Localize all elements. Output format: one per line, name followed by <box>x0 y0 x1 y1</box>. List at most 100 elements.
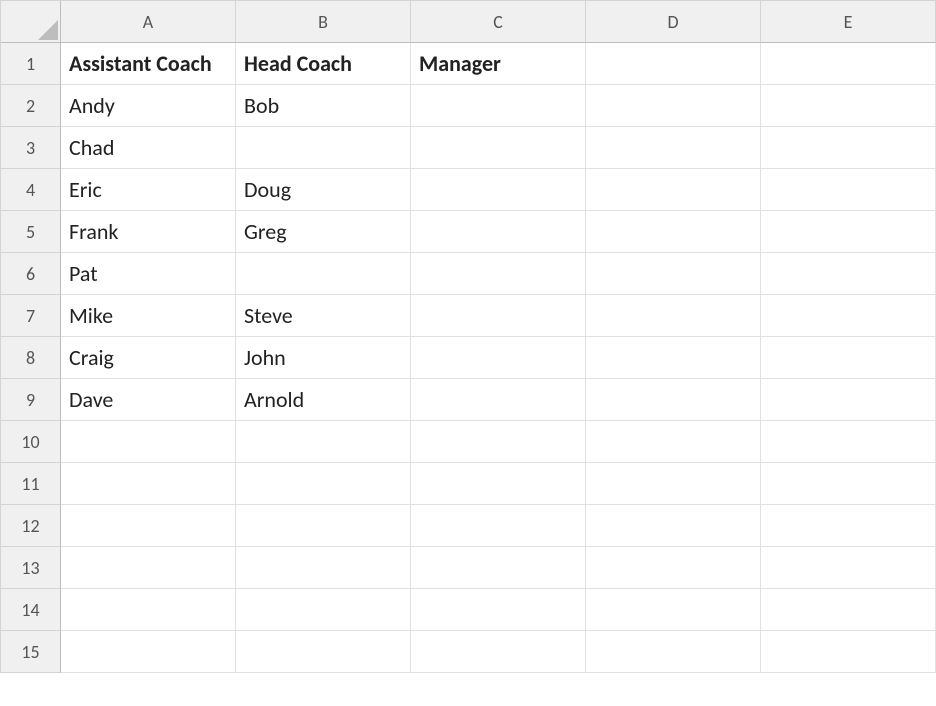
row-header-1[interactable]: 1 <box>1 43 61 85</box>
cell-C13[interactable] <box>411 547 586 589</box>
cell-A4[interactable]: Eric <box>61 169 236 211</box>
cell-C7[interactable] <box>411 295 586 337</box>
row-header-label: 10 <box>21 431 39 453</box>
cell-E6[interactable] <box>761 253 936 295</box>
cell-A2[interactable]: Andy <box>61 85 236 127</box>
cell-C10[interactable] <box>411 421 586 463</box>
cell-A12[interactable] <box>61 505 236 547</box>
cell-C5[interactable] <box>411 211 586 253</box>
row-header-13[interactable]: 13 <box>1 547 61 589</box>
cell-D8[interactable] <box>586 337 761 379</box>
cell-D9[interactable] <box>586 379 761 421</box>
cell-C14[interactable] <box>411 589 586 631</box>
cell-B14[interactable] <box>236 589 411 631</box>
cell-A15[interactable] <box>61 631 236 673</box>
cell-A6[interactable]: Pat <box>61 253 236 295</box>
row-header-3[interactable]: 3 <box>1 127 61 169</box>
cell-C3[interactable] <box>411 127 586 169</box>
cell-C12[interactable] <box>411 505 586 547</box>
cell-E12[interactable] <box>761 505 936 547</box>
row-header-2[interactable]: 2 <box>1 85 61 127</box>
cell-D2[interactable] <box>586 85 761 127</box>
cell-A1[interactable]: Assistant Coach <box>61 43 236 85</box>
cell-A13[interactable] <box>61 547 236 589</box>
cell-value: Greg <box>244 218 287 245</box>
cell-B2[interactable]: Bob <box>236 85 411 127</box>
cell-D3[interactable] <box>586 127 761 169</box>
row-header-9[interactable]: 9 <box>1 379 61 421</box>
cell-E7[interactable] <box>761 295 936 337</box>
cell-A14[interactable] <box>61 589 236 631</box>
cell-E15[interactable] <box>761 631 936 673</box>
cell-B1[interactable]: Head Coach <box>236 43 411 85</box>
cell-D10[interactable] <box>586 421 761 463</box>
spreadsheet-grid[interactable]: A B C D E 1 Assistant Coach Head Coach M… <box>0 0 936 673</box>
cell-E1[interactable] <box>761 43 936 85</box>
row-header-8[interactable]: 8 <box>1 337 61 379</box>
cell-D14[interactable] <box>586 589 761 631</box>
cell-E9[interactable] <box>761 379 936 421</box>
cell-C2[interactable] <box>411 85 586 127</box>
row-header-4[interactable]: 4 <box>1 169 61 211</box>
cell-B10[interactable] <box>236 421 411 463</box>
cell-D6[interactable] <box>586 253 761 295</box>
cell-D4[interactable] <box>586 169 761 211</box>
cell-B5[interactable]: Greg <box>236 211 411 253</box>
cell-C8[interactable] <box>411 337 586 379</box>
row-header-11[interactable]: 11 <box>1 463 61 505</box>
cell-B11[interactable] <box>236 463 411 505</box>
cell-B4[interactable]: Doug <box>236 169 411 211</box>
cell-A5[interactable]: Frank <box>61 211 236 253</box>
cell-B12[interactable] <box>236 505 411 547</box>
cell-C9[interactable] <box>411 379 586 421</box>
row-header-14[interactable]: 14 <box>1 589 61 631</box>
cell-B3[interactable] <box>236 127 411 169</box>
cell-C15[interactable] <box>411 631 586 673</box>
cell-D11[interactable] <box>586 463 761 505</box>
cell-E10[interactable] <box>761 421 936 463</box>
cell-B7[interactable]: Steve <box>236 295 411 337</box>
cell-E4[interactable] <box>761 169 936 211</box>
row-header-5[interactable]: 5 <box>1 211 61 253</box>
cell-E3[interactable] <box>761 127 936 169</box>
cell-E13[interactable] <box>761 547 936 589</box>
row-header-6[interactable]: 6 <box>1 253 61 295</box>
cell-E8[interactable] <box>761 337 936 379</box>
col-header-B[interactable]: B <box>236 1 411 43</box>
cell-D5[interactable] <box>586 211 761 253</box>
cell-E14[interactable] <box>761 589 936 631</box>
cell-C6[interactable] <box>411 253 586 295</box>
row-header-12[interactable]: 12 <box>1 505 61 547</box>
row-header-10[interactable]: 10 <box>1 421 61 463</box>
cell-A10[interactable] <box>61 421 236 463</box>
col-header-A[interactable]: A <box>61 1 236 43</box>
cell-E11[interactable] <box>761 463 936 505</box>
cell-A3[interactable]: Chad <box>61 127 236 169</box>
cell-D7[interactable] <box>586 295 761 337</box>
cell-A11[interactable] <box>61 463 236 505</box>
cell-C4[interactable] <box>411 169 586 211</box>
cell-D1[interactable] <box>586 43 761 85</box>
cell-B13[interactable] <box>236 547 411 589</box>
cell-B15[interactable] <box>236 631 411 673</box>
col-header-E[interactable]: E <box>761 1 936 43</box>
row-header-label: 7 <box>26 305 35 327</box>
select-all-corner[interactable] <box>1 1 61 43</box>
cell-C11[interactable] <box>411 463 586 505</box>
cell-B9[interactable]: Arnold <box>236 379 411 421</box>
cell-A8[interactable]: Craig <box>61 337 236 379</box>
row-header-15[interactable]: 15 <box>1 631 61 673</box>
row-header-7[interactable]: 7 <box>1 295 61 337</box>
cell-E2[interactable] <box>761 85 936 127</box>
cell-A9[interactable]: Dave <box>61 379 236 421</box>
cell-B6[interactable] <box>236 253 411 295</box>
cell-C1[interactable]: Manager <box>411 43 586 85</box>
col-header-C[interactable]: C <box>411 1 586 43</box>
cell-D12[interactable] <box>586 505 761 547</box>
cell-D15[interactable] <box>586 631 761 673</box>
cell-B8[interactable]: John <box>236 337 411 379</box>
cell-E5[interactable] <box>761 211 936 253</box>
cell-D13[interactable] <box>586 547 761 589</box>
cell-A7[interactable]: Mike <box>61 295 236 337</box>
col-header-D[interactable]: D <box>586 1 761 43</box>
